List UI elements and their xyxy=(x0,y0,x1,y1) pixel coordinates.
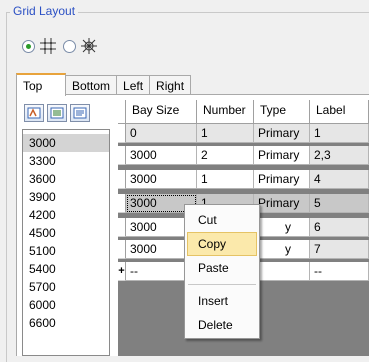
radial-grid-icon xyxy=(81,38,97,54)
export-icon xyxy=(73,107,87,119)
row-header[interactable] xyxy=(118,124,126,143)
table-row[interactable]: 3000 2 Primary 2,3 xyxy=(118,146,369,165)
row-header[interactable] xyxy=(118,218,126,237)
table-row[interactable]: 3000 1 Primary 4 xyxy=(118,170,369,189)
tab-left[interactable]: Left xyxy=(116,75,151,95)
menu-item-copy[interactable]: Copy xyxy=(187,232,257,256)
cell-label[interactable]: 5 xyxy=(310,194,369,213)
cell-number[interactable]: 1 xyxy=(197,170,254,189)
group-title: Grid Layout xyxy=(10,4,79,18)
cell-bay-size[interactable]: 3000 xyxy=(126,146,197,165)
sort-button[interactable] xyxy=(24,104,44,122)
cell-label[interactable]: 7 xyxy=(310,240,369,259)
cell-type[interactable]: y xyxy=(254,218,310,237)
cell-label[interactable]: 1 xyxy=(310,124,369,143)
cell-bay-size[interactable]: 3000 xyxy=(126,170,197,189)
list-item[interactable]: 3600 xyxy=(23,170,109,188)
tab-top[interactable]: Top xyxy=(16,73,66,96)
cell-type[interactable]: Primary xyxy=(254,194,310,213)
side-tabs: Top Bottom Left Right xyxy=(16,73,192,96)
grid-icon xyxy=(40,38,56,54)
list-item[interactable]: 6600 xyxy=(23,314,109,332)
context-menu: Cut Copy Paste Insert Delete xyxy=(184,204,260,339)
menu-item-cut[interactable]: Cut xyxy=(187,208,257,232)
list-item[interactable]: 5400 xyxy=(23,260,109,278)
table-row[interactable]: 0 1 Primary 1 xyxy=(118,124,369,143)
radio-radial[interactable] xyxy=(63,39,76,53)
column-header-label[interactable]: Label xyxy=(310,100,369,124)
cell-type[interactable]: Primary xyxy=(254,124,310,143)
import-icon xyxy=(50,107,64,119)
list-item[interactable]: 3300 xyxy=(23,152,109,170)
layout-type-radios xyxy=(22,36,104,56)
export-button[interactable] xyxy=(70,104,90,122)
cell-type[interactable] xyxy=(254,262,310,281)
cell-type[interactable]: Primary xyxy=(254,146,310,165)
row-header[interactable] xyxy=(118,240,126,259)
column-header-type[interactable]: Type xyxy=(254,100,310,124)
list-item[interactable]: 4200 xyxy=(23,206,109,224)
list-item-selected[interactable]: 3000 xyxy=(23,134,109,152)
tab-right[interactable]: Right xyxy=(149,75,192,95)
column-header-number[interactable]: Number xyxy=(197,100,254,124)
menu-item-delete[interactable]: Delete xyxy=(187,313,257,337)
cell-type[interactable]: y xyxy=(254,240,310,259)
menu-separator xyxy=(188,284,256,285)
cell-label[interactable]: 4 xyxy=(310,170,369,189)
cell-number[interactable]: 2 xyxy=(197,146,254,165)
row-header[interactable] xyxy=(118,170,126,189)
list-item[interactable]: 5700 xyxy=(23,278,109,296)
sort-icon xyxy=(27,107,41,119)
list-item[interactable]: 4500 xyxy=(23,224,109,242)
row-header[interactable] xyxy=(118,194,126,213)
new-row-marker: + xyxy=(118,262,126,281)
bay-size-list[interactable]: 3000 3300 3600 3900 4200 4500 5100 5400 … xyxy=(22,129,110,356)
cell-number[interactable]: 1 xyxy=(197,124,254,143)
header-corner xyxy=(118,100,126,124)
row-header[interactable] xyxy=(118,146,126,165)
cell-label[interactable]: -- xyxy=(310,262,369,281)
cell-type[interactable]: Primary xyxy=(254,170,310,189)
menu-item-paste[interactable]: Paste xyxy=(187,256,257,280)
cell-bay-size[interactable]: 0 xyxy=(126,124,197,143)
list-item[interactable]: 3900 xyxy=(23,188,109,206)
import-button[interactable] xyxy=(47,104,67,122)
tab-bottom[interactable]: Bottom xyxy=(65,75,118,95)
cell-label[interactable]: 6 xyxy=(310,218,369,237)
menu-item-insert[interactable]: Insert xyxy=(187,289,257,313)
cell-label[interactable]: 2,3 xyxy=(310,146,369,165)
radio-rectangular[interactable] xyxy=(22,39,35,53)
list-item[interactable]: 6000 xyxy=(23,296,109,314)
list-item[interactable]: 5100 xyxy=(23,242,109,260)
column-header-bay-size[interactable]: Bay Size xyxy=(126,100,197,124)
grid-header: Bay Size Number Type Label xyxy=(118,100,369,124)
